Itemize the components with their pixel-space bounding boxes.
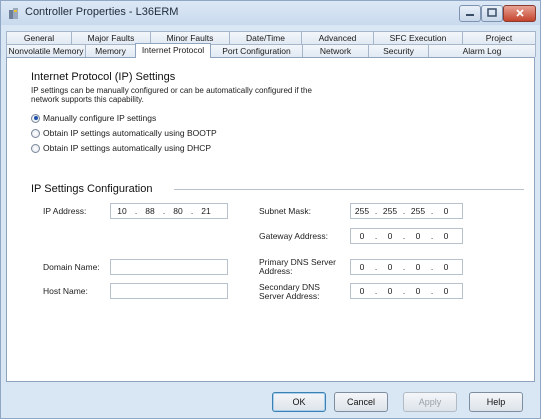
- secondary-dns-label: Secondary DNS Server Address:: [259, 282, 320, 301]
- primary-dns-octet: 0: [443, 262, 449, 272]
- minimize-icon: [465, 9, 475, 19]
- subnet-mask-field[interactable]: 255. 255. 255. 0: [350, 203, 463, 219]
- subnet-octet: 255: [382, 206, 398, 216]
- subnet-octet: 255: [354, 206, 370, 216]
- cancel-button[interactable]: Cancel: [334, 392, 388, 412]
- tab-security[interactable]: Security: [368, 44, 429, 57]
- radio-dhcp-label: Obtain IP settings automatically using D…: [43, 143, 212, 153]
- radio-manual-label: Manually configure IP settings: [43, 113, 157, 123]
- secondary-dns-octet: 0: [387, 286, 393, 296]
- host-name-field[interactable]: [110, 283, 228, 299]
- gateway-address-field[interactable]: 0. 0. 0. 0: [350, 228, 463, 244]
- tab-sfc-execution[interactable]: SFC Execution: [373, 31, 463, 44]
- maximize-icon: [487, 8, 497, 19]
- ok-button[interactable]: OK: [272, 392, 326, 412]
- secondary-dns-octet: 0: [359, 286, 365, 296]
- close-icon: [515, 8, 525, 20]
- tab-date-time[interactable]: Date/Time: [229, 31, 302, 44]
- primary-dns-octet: 0: [415, 262, 421, 272]
- domain-name-field[interactable]: [110, 259, 228, 275]
- title-bar[interactable]: Controller Properties - L36ERM: [1, 1, 540, 25]
- window-title: Controller Properties - L36ERM: [25, 6, 179, 18]
- ip-address-label: IP Address:: [43, 206, 87, 216]
- close-button[interactable]: [503, 5, 536, 22]
- tab-general[interactable]: General: [6, 31, 72, 44]
- radio-checked-icon[interactable]: [31, 113, 40, 123]
- subnet-octet: 255: [410, 206, 426, 216]
- help-button[interactable]: Help: [469, 392, 523, 412]
- secondary-dns-field[interactable]: 0. 0. 0. 0: [350, 283, 463, 299]
- secondary-dns-octet: 0: [415, 286, 421, 296]
- internet-protocol-panel: Internet Protocol (IP) Settings IP setti…: [6, 57, 535, 382]
- radio-manual-config[interactable]: Manually configure IP settings: [31, 112, 156, 124]
- primary-dns-label: Primary DNS Server Address:: [259, 257, 336, 276]
- gateway-octet: 0: [359, 231, 365, 241]
- subnet-octet: 0: [443, 206, 449, 216]
- tab-memory[interactable]: Memory: [85, 44, 136, 57]
- ip-octet: 88: [145, 206, 155, 216]
- tab-network[interactable]: Network: [302, 44, 369, 57]
- controller-icon: [7, 6, 21, 20]
- host-name-label: Host Name:: [43, 286, 88, 296]
- tab-row-2: Nonvolatile Memory Memory Internet Proto…: [6, 43, 536, 58]
- primary-dns-field[interactable]: 0. 0. 0. 0: [350, 259, 463, 275]
- radio-unchecked-icon[interactable]: [31, 128, 40, 138]
- tab-internet-protocol[interactable]: Internet Protocol: [135, 43, 211, 58]
- radio-bootp-label: Obtain IP settings automatically using B…: [43, 128, 217, 138]
- ip-settings-heading: Internet Protocol (IP) Settings: [31, 71, 176, 83]
- tab-nonvolatile-memory[interactable]: Nonvolatile Memory: [6, 44, 86, 57]
- ip-config-heading: IP Settings Configuration: [31, 183, 153, 195]
- minimize-button[interactable]: [459, 5, 481, 22]
- ip-octet: 80: [173, 206, 183, 216]
- section-divider: [174, 189, 524, 190]
- tab-port-configuration[interactable]: Port Configuration: [210, 44, 303, 57]
- ip-octet: 10: [117, 206, 127, 216]
- maximize-button[interactable]: [481, 5, 503, 22]
- subnet-mask-label: Subnet Mask:: [259, 206, 311, 216]
- tab-project[interactable]: Project: [462, 31, 536, 44]
- ip-settings-description: IP settings can be manually configured o…: [31, 86, 312, 104]
- tab-row-1: General Major Faults Minor Faults Date/T…: [6, 31, 536, 44]
- radio-dhcp[interactable]: Obtain IP settings automatically using D…: [31, 142, 211, 154]
- tab-alarm-log[interactable]: Alarm Log: [428, 44, 536, 57]
- radio-bootp[interactable]: Obtain IP settings automatically using B…: [31, 127, 217, 139]
- primary-dns-octet: 0: [359, 262, 365, 272]
- primary-dns-octet: 0: [387, 262, 393, 272]
- domain-name-label: Domain Name:: [43, 262, 100, 272]
- ip-octet: 21: [201, 206, 211, 216]
- controller-properties-window: Controller Properties - L36ERM General M…: [0, 0, 541, 419]
- gateway-address-label: Gateway Address:: [259, 231, 328, 241]
- gateway-octet: 0: [387, 231, 393, 241]
- ip-address-field[interactable]: 10. 88. 80. 21: [110, 203, 228, 219]
- secondary-dns-octet: 0: [443, 286, 449, 296]
- radio-unchecked-icon[interactable]: [31, 143, 40, 153]
- gateway-octet: 0: [443, 231, 449, 241]
- gateway-octet: 0: [415, 231, 421, 241]
- apply-button[interactable]: Apply: [403, 392, 457, 412]
- tab-advanced[interactable]: Advanced: [301, 31, 374, 44]
